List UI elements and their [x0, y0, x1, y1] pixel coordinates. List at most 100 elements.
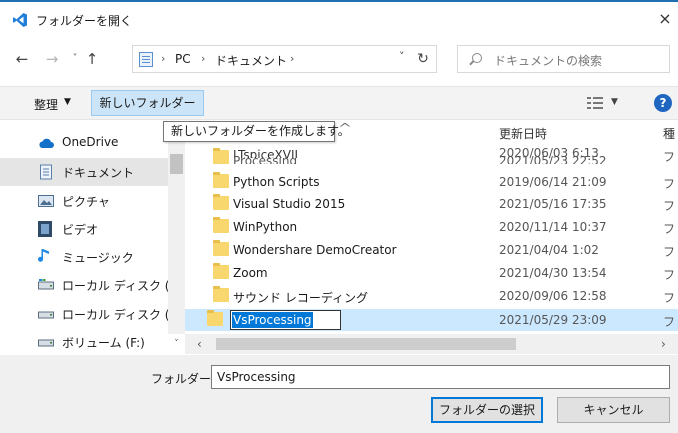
title-bar: フォルダーを開く × — [0, 2, 678, 36]
file-row[interactable]: Zoom 2021/04/30 13:54 フ — [185, 262, 678, 284]
folder-icon — [213, 240, 229, 256]
recent-locations-button[interactable]: ˅ — [68, 48, 82, 70]
navigation-pane: OneDrive ドキュメント ピクチャ ビデオ ミュージック ローカル ディス… — [0, 122, 185, 355]
cancel-button[interactable]: キャンセル — [557, 397, 670, 423]
sidebar-item-documents[interactable]: ドキュメント — [0, 158, 168, 186]
file-row[interactable]: Visual Studio 2015 2021/05/16 17:35 フ — [185, 193, 678, 215]
file-name: Wondershare DemoCreator — [233, 243, 397, 257]
file-type: フ — [663, 199, 676, 213]
sidebar-item-pictures[interactable]: ピクチャ — [0, 187, 168, 215]
file-name: Zoom — [233, 266, 268, 280]
sidebar-item-onedrive[interactable]: OneDrive — [0, 129, 168, 157]
drive-icon — [38, 279, 54, 290]
horizontal-scrollbar[interactable]: ‹ › — [185, 334, 678, 354]
scroll-left-button[interactable]: ‹ — [197, 337, 202, 351]
chevron-down-icon[interactable]: ▼ — [611, 97, 618, 107]
breadcrumb-separator[interactable]: › — [290, 52, 294, 65]
document-icon — [40, 164, 52, 180]
breadcrumb-separator[interactable]: › — [201, 52, 205, 65]
navigation-scrollbar[interactable] — [168, 122, 185, 334]
file-type: フ — [663, 268, 676, 282]
breadcrumb-documents[interactable]: ドキュメント — [215, 52, 287, 69]
view-options-icon[interactable] — [587, 97, 603, 109]
file-date: 2021/05/16 17:35 — [499, 197, 607, 211]
window-title: フォルダーを開く — [36, 14, 133, 28]
folder-icon — [213, 194, 229, 210]
select-folder-button[interactable]: フォルダーの選択 — [431, 397, 543, 423]
file-row[interactable]: Python Scripts 2019/06/14 21:09 フ — [185, 171, 678, 193]
up-button[interactable]: ↑ — [84, 48, 100, 70]
sidebar-item-local-disk-d[interactable]: ローカル ディスク (D — [0, 300, 179, 328]
file-name: WinPython — [233, 220, 298, 234]
column-header-date[interactable]: 更新日時 — [499, 125, 547, 142]
music-icon — [38, 249, 49, 262]
sidebar-item-label: ローカル ディスク (D — [62, 308, 179, 322]
file-date: 2020/09/06 12:58 — [499, 289, 607, 303]
new-folder-button[interactable]: 新しいフォルダー — [91, 90, 204, 116]
organize-menu[interactable]: 整理 — [34, 96, 58, 113]
file-name: Python Scripts — [233, 175, 320, 189]
back-button[interactable]: ← — [13, 48, 31, 70]
refresh-button[interactable]: ↻ — [412, 48, 434, 70]
folder-field-label: フォルダー: — [151, 372, 216, 386]
dialog-footer: フォルダー: VsProcessing フォルダーの選択 キャンセル — [0, 355, 678, 433]
scrollbar-thumb[interactable] — [216, 338, 516, 350]
cloud-icon — [39, 138, 54, 148]
pictures-icon — [38, 195, 54, 207]
file-type: フ — [663, 315, 676, 329]
sidebar-item-label: OneDrive — [62, 135, 119, 149]
file-type: フ — [663, 291, 676, 305]
new-folder-tooltip: 新しいフォルダーを作成します。 — [163, 121, 350, 142]
video-icon — [38, 221, 52, 237]
rename-selected-text: VsProcessing — [232, 312, 313, 328]
command-toolbar: 整理 ▼ 新しいフォルダー ▼ ? — [0, 86, 678, 120]
search-input[interactable]: ドキュメントの検索 — [457, 45, 670, 73]
sidebar-item-volume-f[interactable]: ボリューム (F:) — [0, 328, 168, 355]
file-row[interactable]: Wondershare DemoCreator 2021/04/04 1:02 … — [185, 239, 678, 261]
file-date: 2019/06/14 21:09 — [499, 175, 607, 189]
file-row[interactable]: WinPython 2020/11/14 10:37 フ — [185, 216, 678, 238]
rename-input[interactable]: VsProcessing — [230, 310, 341, 330]
sidebar-item-music[interactable]: ミュージック — [0, 243, 168, 271]
sidebar-item-label: ボリューム (F:) — [62, 336, 145, 350]
column-header-type[interactable]: 種 — [663, 125, 675, 142]
folder-icon — [207, 310, 223, 326]
file-type: フ — [663, 245, 676, 259]
file-row[interactable]: サウンド レコーディング 2020/09/06 12:58 フ — [185, 285, 678, 307]
search-placeholder: ドキュメントの検索 — [494, 54, 603, 68]
search-icon — [472, 53, 482, 63]
address-bar[interactable]: › PC › ドキュメント › ˅ — [132, 45, 437, 73]
sidebar-item-videos[interactable]: ビデオ — [0, 215, 168, 243]
vscode-icon — [13, 13, 27, 27]
document-location-icon — [139, 52, 153, 67]
breadcrumb-pc[interactable]: PC — [175, 52, 191, 66]
file-row-renaming[interactable]: VsProcessing 2021/05/29 23:09 フ — [185, 309, 678, 331]
folder-icon — [213, 286, 229, 302]
sidebar-item-label: ビデオ — [62, 223, 99, 237]
file-name: Processing — [233, 154, 298, 164]
file-type: フ — [663, 177, 676, 191]
drive-icon — [38, 339, 54, 347]
file-date: 2020/11/14 10:37 — [499, 220, 607, 234]
address-history-dropdown[interactable]: ˅ — [399, 50, 405, 63]
help-icon[interactable]: ? — [654, 94, 672, 112]
breadcrumb-separator[interactable]: › — [161, 52, 165, 65]
forward-button[interactable]: → — [43, 48, 61, 70]
close-button[interactable]: × — [655, 8, 675, 30]
scroll-down-button[interactable]: ˅ — [168, 334, 185, 354]
file-date: 2021/04/30 13:54 — [499, 266, 607, 280]
sidebar-item-label: ミュージック — [62, 251, 134, 265]
file-name: Visual Studio 2015 — [233, 197, 346, 211]
sidebar-item-label: ローカル ディスク (C — [62, 279, 178, 293]
file-name: サウンド レコーディング — [233, 291, 368, 305]
sidebar-item-local-disk-c[interactable]: ローカル ディスク (C — [0, 271, 178, 299]
file-row-partial[interactable]: LTspiceXVII Processing 2020/06/03 6:13 2… — [185, 144, 678, 164]
scrollbar-thumb[interactable] — [170, 154, 183, 174]
chevron-down-icon[interactable]: ▼ — [64, 97, 71, 107]
folder-icon — [213, 148, 229, 164]
file-list: ^ 更新日時 種 LTspiceXVII Processing 2020/06/… — [185, 122, 678, 334]
folder-icon — [213, 217, 229, 233]
scroll-right-button[interactable]: › — [661, 337, 666, 351]
file-date: 2021/05/29 23:09 — [499, 313, 607, 327]
folder-name-input[interactable]: VsProcessing — [211, 365, 670, 389]
